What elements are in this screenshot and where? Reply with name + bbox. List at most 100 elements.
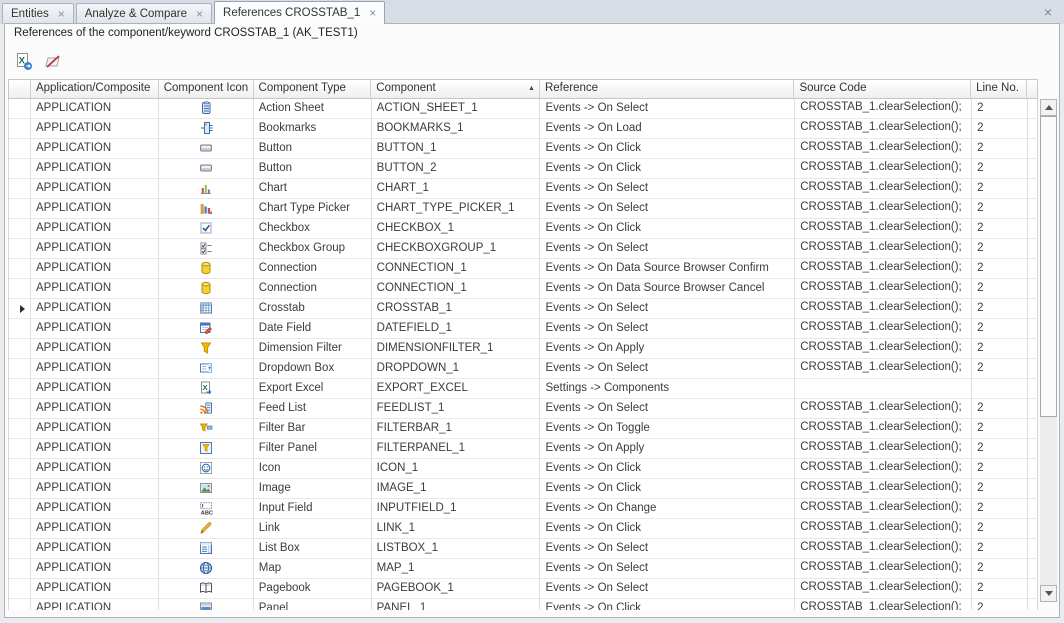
cell-component-icon[interactable] (159, 439, 254, 458)
table-row[interactable]: APPLICATIONButtonBUTTON_1Events -> On Cl… (9, 139, 1038, 159)
cell-reference[interactable]: Events -> On Data Source Browser Confirm (540, 259, 795, 278)
cell-application-composite[interactable]: APPLICATION (31, 599, 159, 610)
cell-application-composite[interactable]: APPLICATION (31, 459, 159, 478)
cell-line-no[interactable]: 2 (972, 439, 1028, 458)
row-selector-cell[interactable] (9, 339, 31, 358)
cell-source-code[interactable]: CROSSTAB_1.clearSelection(); (795, 179, 972, 198)
cell-line-no[interactable]: 2 (972, 419, 1028, 438)
cell-reference[interactable]: Events -> On Click (540, 159, 795, 178)
cell-component-icon[interactable] (159, 359, 254, 378)
cell-line-no[interactable]: 2 (972, 579, 1028, 598)
cell-reference[interactable]: Events -> On Click (540, 219, 795, 238)
table-row[interactable]: APPLICATIONCheckboxCHECKBOX_1Events -> O… (9, 219, 1038, 239)
cell-source-code[interactable]: CROSSTAB_1.clearSelection(); (795, 279, 972, 298)
cell-component[interactable]: FEEDLIST_1 (372, 399, 541, 418)
cell-component-type[interactable]: Button (254, 159, 372, 178)
table-row[interactable]: APPLICATIONMapMAP_1Events -> On SelectCR… (9, 559, 1038, 579)
cell-source-code[interactable]: CROSSTAB_1.clearSelection(); (795, 239, 972, 258)
cell-reference[interactable]: Events -> On Select (540, 179, 795, 198)
cell-component-icon[interactable] (159, 219, 254, 238)
cell-line-no[interactable]: 2 (972, 319, 1028, 338)
cell-component-type[interactable]: Checkbox Group (254, 239, 372, 258)
cell-line-no[interactable]: 2 (972, 99, 1028, 118)
row-selector-cell[interactable] (9, 99, 31, 118)
scroll-down-button[interactable] (1040, 585, 1057, 602)
cell-component-type[interactable]: Dimension Filter (254, 339, 372, 358)
cell-component[interactable]: EXPORT_EXCEL (372, 379, 541, 398)
cell-line-no[interactable] (972, 379, 1028, 398)
cell-component[interactable]: INPUTFIELD_1 (372, 499, 541, 518)
cell-source-code[interactable]: CROSSTAB_1.clearSelection(); (795, 139, 972, 158)
row-selector-cell[interactable] (9, 439, 31, 458)
cell-line-no[interactable]: 2 (972, 199, 1028, 218)
cell-component-type[interactable]: Chart Type Picker (254, 199, 372, 218)
cell-component-icon[interactable] (159, 299, 254, 318)
cell-component-icon[interactable] (159, 419, 254, 438)
cell-component-type[interactable]: Action Sheet (254, 99, 372, 118)
cell-component[interactable]: DIMENSIONFILTER_1 (372, 339, 541, 358)
cell-application-composite[interactable]: APPLICATION (31, 299, 159, 318)
tab-entities[interactable]: Entities × (2, 3, 74, 24)
cell-component[interactable]: LISTBOX_1 (372, 539, 541, 558)
table-row[interactable]: APPLICATIONAction SheetACTION_SHEET_1Eve… (9, 99, 1038, 119)
cell-reference[interactable]: Events -> On Select (540, 99, 795, 118)
tab-references-crosstab-1[interactable]: References CROSSTAB_1 × (214, 1, 385, 24)
cell-line-no[interactable]: 2 (972, 539, 1028, 558)
cell-component[interactable]: FILTERBAR_1 (372, 419, 541, 438)
cell-line-no[interactable]: 2 (972, 399, 1028, 418)
cell-line-no[interactable]: 2 (972, 139, 1028, 158)
table-row[interactable]: APPLICATIONPanelPANEL_1Events -> On Clic… (9, 599, 1038, 610)
cell-source-code[interactable]: CROSSTAB_1.clearSelection(); (795, 299, 972, 318)
cell-line-no[interactable]: 2 (972, 239, 1028, 258)
cell-reference[interactable]: Events -> On Toggle (540, 419, 795, 438)
cell-component[interactable]: CONNECTION_1 (372, 279, 541, 298)
cell-component-type[interactable]: Map (254, 559, 372, 578)
cell-component-type[interactable]: Image (254, 479, 372, 498)
cell-reference[interactable]: Events -> On Click (540, 139, 795, 158)
row-selector-cell[interactable] (9, 379, 31, 398)
cell-line-no[interactable]: 2 (972, 519, 1028, 538)
cell-component-icon[interactable]: X (159, 379, 254, 398)
cell-component-type[interactable]: Filter Bar (254, 419, 372, 438)
cell-component-icon[interactable] (159, 239, 254, 258)
cell-reference[interactable]: Events -> On Click (540, 479, 795, 498)
cell-component-icon[interactable] (159, 99, 254, 118)
cell-component-icon[interactable] (159, 339, 254, 358)
cell-reference[interactable]: Events -> On Select (540, 579, 795, 598)
cell-source-code[interactable]: CROSSTAB_1.clearSelection(); (795, 479, 972, 498)
cell-reference[interactable]: Events -> On Change (540, 499, 795, 518)
cell-reference[interactable]: Events -> On Data Source Browser Cancel (540, 279, 795, 298)
cell-component-type[interactable]: Connection (254, 259, 372, 278)
cell-source-code[interactable]: CROSSTAB_1.clearSelection(); (795, 599, 972, 610)
table-row[interactable]: APPLICATIONXExport ExcelEXPORT_EXCELSett… (9, 379, 1038, 399)
cell-component-icon[interactable] (159, 559, 254, 578)
row-selector-cell[interactable] (9, 359, 31, 378)
cell-component[interactable]: ACTION_SHEET_1 (372, 99, 541, 118)
cell-component-icon[interactable] (159, 119, 254, 138)
cell-component-icon[interactable] (159, 159, 254, 178)
cell-application-composite[interactable]: APPLICATION (31, 159, 159, 178)
cell-component[interactable]: MAP_1 (372, 559, 541, 578)
cell-line-no[interactable]: 2 (972, 259, 1028, 278)
cell-source-code[interactable]: CROSSTAB_1.clearSelection(); (795, 219, 972, 238)
cell-component-type[interactable]: Checkbox (254, 219, 372, 238)
row-selector-cell[interactable] (9, 139, 31, 158)
cell-application-composite[interactable]: APPLICATION (31, 579, 159, 598)
cell-reference[interactable]: Events -> On Select (540, 239, 795, 258)
table-row[interactable]: APPLICATIONCrosstabCROSSTAB_1Events -> O… (9, 299, 1038, 319)
cell-component-type[interactable]: Dropdown Box (254, 359, 372, 378)
cell-application-composite[interactable]: APPLICATION (31, 559, 159, 578)
cell-application-composite[interactable]: APPLICATION (31, 259, 159, 278)
cell-reference[interactable]: Events -> On Select (540, 319, 795, 338)
cell-application-composite[interactable]: APPLICATION (31, 499, 159, 518)
cell-application-composite[interactable]: APPLICATION (31, 119, 159, 138)
cell-application-composite[interactable]: APPLICATION (31, 479, 159, 498)
row-selector-cell[interactable] (9, 219, 31, 238)
cell-component-icon[interactable] (159, 579, 254, 598)
cell-component-icon[interactable] (159, 179, 254, 198)
cell-source-code[interactable]: CROSSTAB_1.clearSelection(); (795, 539, 972, 558)
table-row[interactable]: APPLICATIONConnectionCONNECTION_1Events … (9, 259, 1038, 279)
cell-component[interactable]: IMAGE_1 (372, 479, 541, 498)
close-icon[interactable]: × (196, 9, 203, 19)
cell-application-composite[interactable]: APPLICATION (31, 419, 159, 438)
